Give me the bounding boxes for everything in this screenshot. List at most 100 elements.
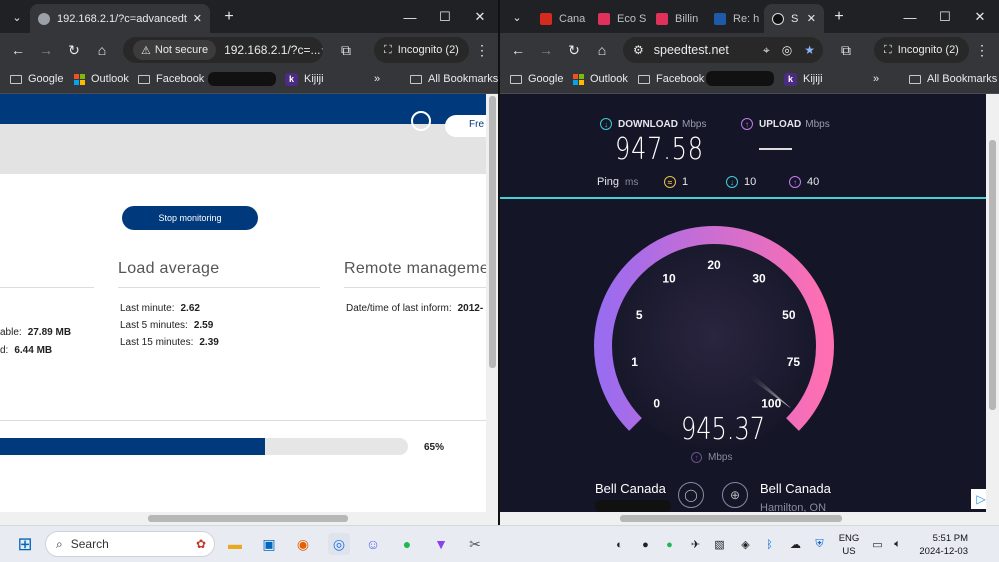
security-icon[interactable]: ⛨ [812,537,827,552]
tray-app-icon[interactable]: ◈ [738,537,753,552]
tab-speedtest[interactable]: S ✕ [764,4,824,33]
bookmark-facebook[interactable]: Facebook [138,70,204,88]
close-window-icon[interactable]: ✕ [469,6,491,28]
store-icon[interactable]: ▣ [258,533,280,555]
bookmark-kijiji[interactable]: k Kijiji [784,70,823,88]
v-logo-icon [656,12,668,25]
vertical-scrollbar[interactable] [986,94,999,525]
menu-icon[interactable]: ⋮ [970,38,994,62]
microsoft-icon [573,73,584,85]
progress-bar [0,438,408,455]
steam-icon[interactable]: ◐ [612,537,627,552]
horizontal-scrollbar[interactable] [500,512,986,525]
bookmark-star-icon[interactable]: ★ [804,43,815,57]
location-icon[interactable]: ⌖ [763,43,770,58]
forward-icon[interactable]: → [534,38,558,62]
new-tab-icon[interactable]: + [828,6,850,28]
horizontal-scrollbar[interactable] [0,512,486,525]
tab-title: 192.168.2.1/?c=advancedtools/ [57,12,187,25]
bookmark-kijiji[interactable]: k Kijiji [285,70,324,88]
bookmark-google[interactable]: Google [10,70,63,88]
stop-monitoring-button[interactable]: Stop monitoring [122,206,258,230]
spotify-tray-icon[interactable]: ● [662,537,677,552]
tray-app-icon[interactable]: ✈ [688,537,703,552]
extensions-icon[interactable]: ⧉ [834,38,858,62]
warning-icon: ⚠ [141,44,151,57]
folder-icon [909,74,921,84]
remote-management-heading: Remote manageme [344,260,490,277]
tab-email[interactable]: Re: h [706,4,762,33]
upload-arrow-icon: ↑ [691,452,702,463]
maximize-icon[interactable]: ☐ [434,6,456,28]
scroll-thumb[interactable] [489,96,496,368]
v-logo-icon [598,12,610,25]
bookmark-google[interactable]: Google [510,70,563,88]
display-icon[interactable]: ▭ [870,537,885,552]
tray-app-icon[interactable]: ▧ [712,537,727,552]
more-bookmarks-icon[interactable]: » [873,70,879,88]
clock[interactable]: 5:51 PM 2024-12-03 [912,532,968,558]
maximize-icon[interactable]: ☐ [934,6,956,28]
close-window-icon[interactable]: ✕ [969,6,991,28]
back-icon[interactable]: ← [6,38,30,62]
all-bookmarks[interactable]: All Bookmarks [909,70,997,88]
github-icon[interactable]: ● [638,537,653,552]
tab-router-admin[interactable]: 192.168.2.1/?c=advancedtools/ ✕ [30,4,210,33]
security-chip[interactable]: ⚠ Not secure [133,40,217,60]
reload-icon[interactable]: ↻ [62,38,86,62]
download-header: ↓ DOWNLOAD Mbps [600,118,706,130]
file-explorer-icon[interactable]: ▬ [224,533,246,555]
reload-icon[interactable]: ↻ [562,38,586,62]
home-icon[interactable]: ⌂ [90,38,114,62]
onedrive-icon[interactable]: ☁ [788,537,803,552]
bookmark-outlook[interactable]: Outlook [74,70,129,88]
bookmark-facebook[interactable]: Facebook [638,70,704,88]
search-icon[interactable] [411,111,431,131]
scroll-thumb[interactable] [989,140,996,410]
chrome-icon[interactable]: ◎ [328,533,350,555]
tab-strip: ⌄ Cana Eco S Billin Re: h S ✕ + — ☐ ✕ [500,0,999,33]
tab-eco[interactable]: Eco S [590,4,646,33]
windows-start-icon[interactable]: ⊞ [14,533,36,555]
spotify-icon[interactable]: ● [396,533,418,555]
forward-icon[interactable]: → [34,38,58,62]
scroll-thumb[interactable] [620,515,842,522]
download-latency-icon: ↓ [726,176,738,188]
incognito-indicator[interactable]: ⛶ Incognito (2) [374,37,469,63]
language-indicator[interactable]: ENG US [838,532,860,558]
home-icon[interactable]: ⌂ [590,38,614,62]
tab-canada[interactable]: Cana [532,4,588,33]
snipping-tool-icon[interactable]: ✂ [464,533,486,555]
close-tab-icon[interactable]: ✕ [187,12,202,25]
scroll-thumb[interactable] [148,515,348,522]
address-bar[interactable]: ⚠Not secure 192.168.2.1/?c=... ☆ [123,37,323,63]
incognito-indicator[interactable]: ⛶ Incognito (2) [874,37,969,63]
vpn-icon[interactable]: ▼ [430,533,452,555]
firefox-icon[interactable]: ◉ [292,533,314,555]
site-settings-icon[interactable]: ⚙ [633,43,644,57]
all-bookmarks[interactable]: All Bookmarks [410,70,498,88]
back-icon[interactable]: ← [506,38,530,62]
redacted-ip [595,500,671,512]
tab-search-dropdown-icon[interactable]: ⌄ [6,6,28,28]
extensions-icon[interactable]: ⧉ [334,38,358,62]
more-bookmarks-icon[interactable]: » [374,70,380,88]
new-tab-icon[interactable]: + [218,6,240,28]
user-icon[interactable]: ◯ [678,482,704,508]
discord-icon[interactable]: ☺ [362,533,384,555]
tab-search-dropdown-icon[interactable]: ⌄ [506,6,528,28]
menu-icon[interactable]: ⋮ [470,38,494,62]
bluetooth-icon[interactable]: ᛒ [762,537,777,552]
tracking-protection-icon[interactable]: ◎ [782,43,792,57]
minimize-icon[interactable]: — [399,6,421,28]
gauge-tick-label: 20 [707,258,721,272]
address-bar[interactable]: ⚙ speedtest.net ⌖ ◎ ★ [623,37,823,63]
tab-billing[interactable]: Billin [648,4,704,33]
minimize-icon[interactable]: — [899,6,921,28]
volume-icon[interactable]: 🔈︎ [890,537,905,552]
taskbar-search[interactable]: ⌕ Search ✿ [45,531,215,557]
right-browser-window: ⌄ Cana Eco S Billin Re: h S ✕ + — ☐ ✕ ← →… [500,0,999,525]
bookmark-outlook[interactable]: Outlook [573,70,628,88]
globe-icon[interactable]: ⊕ [722,482,748,508]
close-tab-icon[interactable]: ✕ [801,12,816,25]
